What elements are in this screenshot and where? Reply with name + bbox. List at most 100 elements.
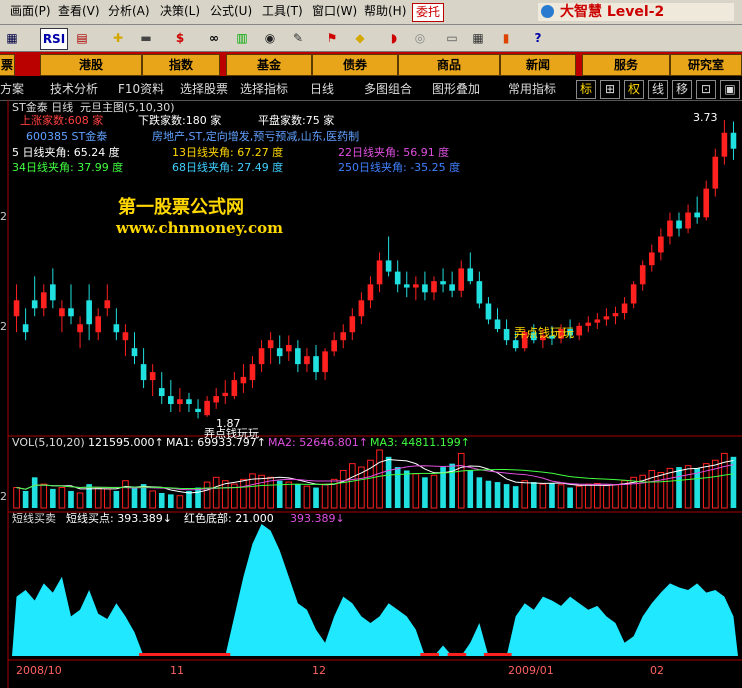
grid-toggle-button[interactable]: ⊞ — [600, 80, 620, 99]
tab-research[interactable]: 研究室 — [670, 54, 742, 76]
toolbar: ▦ RSI ▤ ✚ ▬ $ ∞ ▥ ◉ ✎ ⚑ ◆ ◗ ◎ ▭ ▦ ▮ ? — [0, 25, 742, 52]
tools-icon[interactable]: ✎ — [288, 28, 308, 48]
volume-bar — [539, 483, 547, 509]
menu-window[interactable]: 窗口(W) — [312, 3, 357, 19]
mark-button[interactable]: 标 — [576, 80, 596, 99]
volume-bar — [212, 476, 220, 509]
indicator-val: 393.389↓ — [290, 512, 345, 525]
help-icon[interactable]: ? — [528, 28, 548, 48]
flag-icon[interactable]: ⚑ — [322, 28, 342, 48]
tab-stocks[interactable]: 票 — [0, 54, 15, 76]
indicator-area — [12, 524, 738, 656]
menu-view[interactable]: 查看(V) — [58, 3, 100, 19]
select-stock-menu[interactable]: 选择股票 — [180, 80, 228, 98]
x-tick: 2008/10 — [16, 664, 62, 677]
volume-ma1: MA1: 69933.797↑ — [166, 436, 266, 449]
tab-bond[interactable]: 债券 — [312, 54, 398, 76]
menu-help[interactable]: 帮助(H) — [364, 3, 406, 19]
volume-bar — [176, 495, 184, 509]
menu-picture[interactable]: 画面(P) — [10, 3, 51, 19]
ruler-icon[interactable]: ▬ — [136, 28, 156, 48]
candle-up — [594, 319, 601, 323]
chart-icon[interactable]: ▤ — [72, 28, 92, 48]
candle-up — [177, 399, 183, 405]
candle-up — [630, 284, 637, 304]
y-tick: 2 — [0, 210, 7, 223]
candle-down — [31, 300, 38, 309]
move-button[interactable]: 移 — [672, 80, 692, 99]
table-icon[interactable]: ▦ — [468, 28, 488, 48]
indicator-name: 短线买卖 — [12, 512, 56, 525]
entrust-button[interactable]: 委托 — [412, 3, 444, 22]
tab-news[interactable]: 新闻 — [500, 54, 576, 76]
tab-hk[interactable]: 港股 — [40, 54, 142, 76]
candle-down — [440, 281, 446, 285]
stock-code: 600385 ST金泰 — [26, 130, 108, 143]
f10-menu[interactable]: F10资料 — [118, 80, 164, 98]
watermark-url: www.chnmoney.com — [116, 219, 283, 237]
x-tick: 11 — [170, 664, 184, 677]
stock-chart[interactable] — [0, 100, 742, 688]
lips-icon[interactable]: ◗ — [384, 28, 404, 48]
overlay-menu[interactable]: 图形叠加 — [432, 80, 480, 98]
candle-down — [276, 348, 283, 357]
dollar-icon[interactable]: $ — [170, 28, 190, 48]
cd-icon[interactable]: ◎ — [410, 28, 430, 48]
glasses-icon[interactable]: ∞ — [204, 28, 224, 48]
volume-bar — [258, 474, 265, 509]
binoculars-icon[interactable]: ◉ — [260, 28, 280, 48]
volume-bar — [557, 484, 565, 509]
grid-icon[interactable]: ▦ — [2, 28, 22, 48]
tab-fund[interactable]: 基金 — [226, 54, 312, 76]
red-bottom-marker — [148, 653, 158, 656]
analysis-icon[interactable]: ▥ — [232, 28, 252, 48]
menu-formula[interactable]: 公式(U) — [210, 3, 252, 19]
candle-up — [648, 252, 655, 266]
print-icon[interactable]: ▭ — [442, 28, 462, 48]
candle-up — [658, 236, 664, 253]
y-tick: 2 — [0, 320, 7, 333]
candle-up — [667, 220, 673, 237]
candle-down — [403, 284, 410, 288]
candle-up — [685, 212, 691, 229]
menu-tools[interactable]: 工具(T) — [262, 3, 303, 19]
period-daily-menu[interactable]: 日线 — [310, 80, 334, 98]
candle-up — [358, 300, 365, 317]
red-bottom-marker — [166, 653, 176, 656]
line-button[interactable]: 线 — [648, 80, 668, 99]
volume-bar — [376, 449, 383, 509]
up-count: 上涨家数:608 家 — [20, 114, 104, 127]
cross-icon[interactable]: ✚ — [108, 28, 128, 48]
maximize-button[interactable]: ▣ — [720, 80, 740, 99]
common-indicator-menu[interactable]: 常用指标 — [508, 80, 556, 98]
menu-decision[interactable]: 决策(L) — [160, 3, 200, 19]
candle-down — [512, 340, 519, 349]
bars-icon[interactable]: ▮ — [496, 28, 516, 48]
menu-analysis[interactable]: 分析(A) — [108, 3, 150, 19]
red-bottom-marker — [456, 653, 467, 656]
volume-bar — [467, 470, 474, 508]
candle-down — [195, 408, 201, 413]
rsi-icon[interactable]: RSI — [40, 28, 68, 50]
red-bottom-marker — [429, 653, 440, 656]
volume-bar — [594, 482, 601, 509]
multi-chart-menu[interactable]: 多图组合 — [364, 80, 412, 98]
tech-analysis-menu[interactable]: 技术分析 — [50, 80, 98, 98]
candle-up — [585, 322, 592, 326]
tab-commodity[interactable]: 商品 — [398, 54, 500, 76]
tab-index[interactable]: 指数 — [142, 54, 220, 76]
chart-subtitle: 元旦主图(5,10,30) — [80, 101, 175, 114]
diamond-icon[interactable]: ◆ — [350, 28, 370, 48]
volume-bar — [485, 480, 492, 508]
candle-up — [122, 332, 129, 341]
angle-22: 22日线夹角: 56.91 度 — [338, 146, 450, 159]
scheme-menu[interactable]: 方案 — [0, 80, 24, 98]
volume-bar — [348, 463, 356, 509]
candle-down — [113, 324, 120, 333]
rights-button[interactable]: 权 — [624, 80, 644, 99]
window-button[interactable]: ⊡ — [696, 80, 716, 99]
candle-up — [376, 260, 383, 285]
tab-service[interactable]: 服务 — [582, 54, 670, 76]
select-indicator-menu[interactable]: 选择指标 — [240, 80, 288, 98]
candle-up — [322, 351, 328, 373]
